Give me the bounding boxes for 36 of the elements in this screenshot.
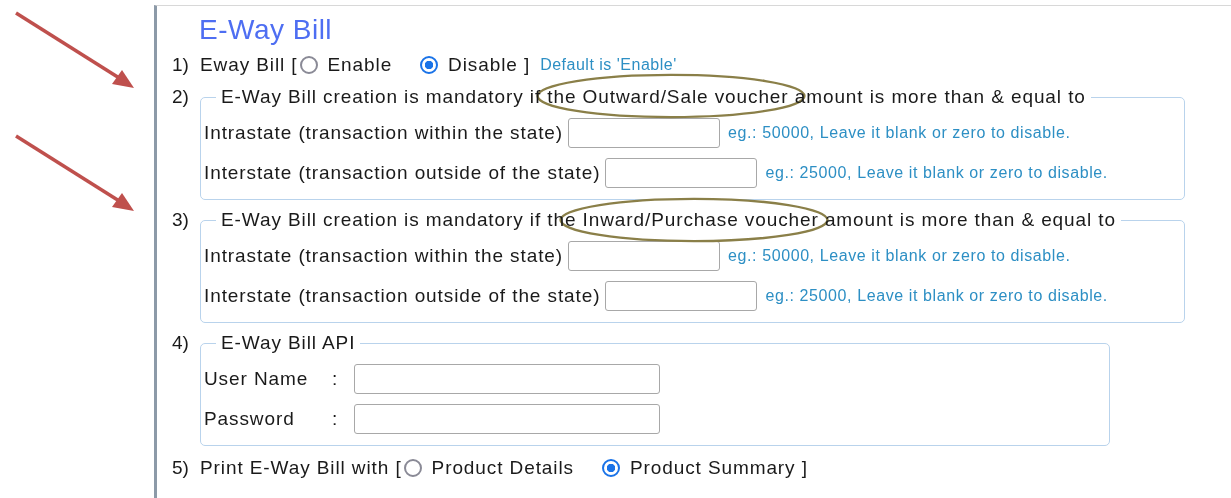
field-label: Password — [204, 408, 296, 430]
input-field[interactable] — [605, 281, 758, 311]
radio-button[interactable] — [601, 459, 620, 477]
radio-option[interactable]: Disable ] — [420, 54, 531, 76]
radio-option[interactable]: Product Details — [403, 457, 574, 479]
item-number: 3) — [172, 208, 190, 232]
item-number: 2) — [172, 85, 190, 109]
field-hint: eg.: 50000, Leave it blank or zero to disable. — [728, 247, 1071, 265]
radio-option[interactable]: Product Summary ] — [601, 457, 808, 479]
field-hint: eg.: 50000, Leave it blank or zero to disable. — [728, 124, 1071, 142]
radio-button[interactable] — [420, 56, 439, 74]
option-label: Eway Bill [ — [200, 54, 298, 76]
input-field[interactable] — [568, 241, 720, 271]
label-colon: : — [332, 408, 340, 430]
input-field[interactable] — [605, 158, 758, 188]
radio-button[interactable] — [403, 459, 422, 477]
input-field[interactable] — [354, 364, 660, 394]
group-legend: E-Way Bill API — [216, 331, 361, 355]
field-hint: eg.: 25000, Leave it blank or zero to disable. — [765, 164, 1108, 182]
item-number: 5) — [172, 457, 190, 479]
item-number: 1) — [172, 54, 190, 76]
default-note: Default is 'Enable' — [540, 56, 677, 74]
radio-button[interactable] — [299, 56, 318, 74]
field-hint: eg.: 25000, Leave it blank or zero to disable. — [765, 287, 1108, 305]
field-label: Interstate (transaction outside of the state) — [204, 162, 601, 184]
label-colon: : — [332, 368, 340, 390]
item-number: 4) — [172, 331, 190, 355]
section-title: E-Way Bill — [198, 13, 334, 47]
field-label: Interstate (transaction outside of the state) — [204, 285, 601, 307]
input-field[interactable] — [354, 404, 660, 434]
input-field[interactable] — [568, 118, 720, 148]
radio-option[interactable]: Enable — [299, 54, 393, 76]
field-label: User Name — [204, 368, 310, 390]
field-label: Intrastate (transaction within the state) — [204, 122, 563, 144]
field-label: Intrastate (transaction within the state) — [204, 245, 563, 267]
option-label: Print E-Way Bill with [ — [200, 457, 402, 479]
